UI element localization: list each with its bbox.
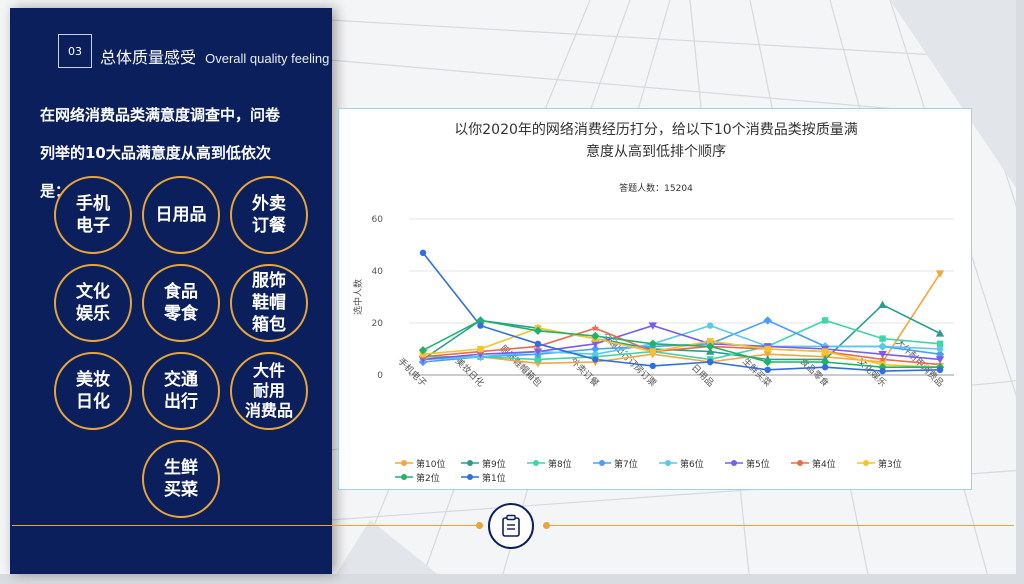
- y-tick-label: 0: [377, 371, 383, 381]
- right-frame: [1016, 0, 1024, 584]
- legend-swatch-icon: [461, 474, 479, 480]
- legend-swatch-icon: [395, 474, 413, 480]
- divider-dot-right: [543, 522, 550, 529]
- legend-label: 第10位: [416, 459, 446, 470]
- legend-item[interactable]: 第5位: [725, 457, 791, 470]
- x-tick-label: 美妆日化: [453, 355, 487, 389]
- data-point: [879, 335, 886, 342]
- data-point: [649, 348, 656, 355]
- legend-label: 第1位: [482, 473, 506, 484]
- legend-item[interactable]: 第1位: [461, 471, 527, 484]
- legend-swatch-marker: [467, 460, 473, 466]
- legend-swatch-marker: [401, 474, 407, 480]
- section-number: 03: [58, 34, 92, 68]
- legend-label: 第6位: [680, 459, 704, 470]
- legend-swatch-marker: [599, 460, 605, 466]
- chart-legend: 第10位 第9位 第8位 第7位 第6位 第5位 第4位 第3位第2位 第1位: [395, 457, 955, 485]
- data-point: [477, 345, 484, 353]
- legend-item[interactable]: 第2位: [395, 471, 461, 484]
- bottom-frame: [0, 574, 1024, 584]
- category-circle-1: 手机 电子: [54, 176, 132, 254]
- divider-line-left: [12, 525, 478, 526]
- data-point: [935, 329, 945, 337]
- data-point: [936, 366, 944, 373]
- legend-swatch-icon: [857, 460, 875, 466]
- category-circle-5: 食品 零食: [142, 264, 220, 342]
- y-tick-label: 40: [372, 267, 384, 277]
- legend-swatch-marker: [731, 460, 737, 466]
- legend-swatch-marker: [863, 460, 869, 466]
- category-circle-9: 大件 耐用 消费品: [230, 352, 308, 430]
- category-circle-2: 日用品: [142, 176, 220, 254]
- data-point: [878, 300, 887, 308]
- category-circle-7: 美妆 日化: [54, 352, 132, 430]
- category-circle-8: 交通 出行: [142, 352, 220, 430]
- category-circle-10: 生鲜 买菜: [142, 440, 220, 518]
- category-circle-3: 外卖 订餐: [230, 176, 308, 254]
- legend-swatch-icon: [659, 460, 677, 466]
- chart-container: 以你2020年的网络消费经历打分，给以下10个消费品类按质量满 意度从高到低排个…: [338, 108, 972, 490]
- legend-swatch-marker: [797, 460, 803, 466]
- y-axis-label: 选中人数: [352, 279, 364, 315]
- section-title-cn: 总体质量感受: [100, 48, 197, 67]
- data-point: [534, 340, 542, 347]
- divider-dot-left: [476, 522, 483, 529]
- data-point: [707, 322, 714, 329]
- category-circle-6: 服饰 鞋帽 箱包: [230, 264, 308, 342]
- legend-swatch-icon: [461, 460, 479, 466]
- category-circle-4: 文化 娱乐: [54, 264, 132, 342]
- legend-item[interactable]: 第6位: [659, 457, 725, 470]
- data-point: [879, 343, 886, 350]
- legend-swatch-marker: [533, 460, 539, 466]
- legend-swatch-icon: [791, 460, 809, 466]
- data-point: [649, 362, 656, 370]
- data-point: [707, 358, 714, 366]
- x-tick-label: 日用品: [689, 362, 716, 389]
- data-point: [821, 348, 829, 355]
- clipboard-icon: [488, 503, 534, 549]
- data-point: [764, 345, 771, 353]
- legend-label: 第8位: [548, 459, 572, 470]
- y-tick-label: 20: [372, 319, 384, 329]
- legend-swatch-icon: [593, 460, 611, 466]
- data-point: [879, 367, 886, 375]
- legend-item[interactable]: 第3位: [857, 457, 923, 470]
- data-point: [764, 366, 771, 373]
- legend-swatch-icon: [725, 460, 743, 466]
- legend-swatch-marker: [401, 460, 407, 466]
- legend-label: 第5位: [746, 459, 770, 470]
- data-point: [936, 345, 944, 353]
- data-point: [419, 249, 427, 256]
- legend-item[interactable]: 第10位: [395, 457, 461, 470]
- legend-label: 第3位: [878, 459, 902, 470]
- legend-label: 第7位: [614, 459, 638, 470]
- data-point: [821, 364, 829, 371]
- intro-line-1: 在网络消费品类满意度调查中，问卷: [40, 106, 281, 124]
- legend-swatch-icon: [527, 460, 545, 466]
- legend-item[interactable]: 第9位: [461, 457, 527, 470]
- legend-label: 第4位: [812, 459, 836, 470]
- divider-line-right: [548, 525, 1014, 526]
- legend-label: 第9位: [482, 459, 506, 470]
- data-point: [592, 356, 599, 363]
- data-point: [821, 317, 829, 324]
- legend-item[interactable]: 第8位: [527, 457, 593, 470]
- legend-swatch-icon: [395, 460, 413, 466]
- y-tick-label: 60: [372, 215, 384, 225]
- section-title-en: Overall quality feeling: [205, 51, 330, 66]
- section-title: 总体质量感受 Overall quality feeling: [100, 44, 329, 68]
- data-point: [591, 324, 600, 332]
- data-point: [477, 322, 484, 329]
- slide: 03 总体质量感受 Overall quality feeling 在网络消费品…: [0, 0, 1024, 584]
- line-chart: 0204060选中人数手机电子 美妆日化 服饰鞋帽箱包 外卖订餐 交通出行订房订票 日用品…: [352, 215, 954, 389]
- legend-item[interactable]: 第7位: [593, 457, 659, 470]
- legend-item[interactable]: 第4位: [791, 457, 857, 470]
- legend-label: 第2位: [416, 473, 440, 484]
- legend-swatch-marker: [665, 460, 671, 466]
- legend-swatch-marker: [467, 474, 473, 480]
